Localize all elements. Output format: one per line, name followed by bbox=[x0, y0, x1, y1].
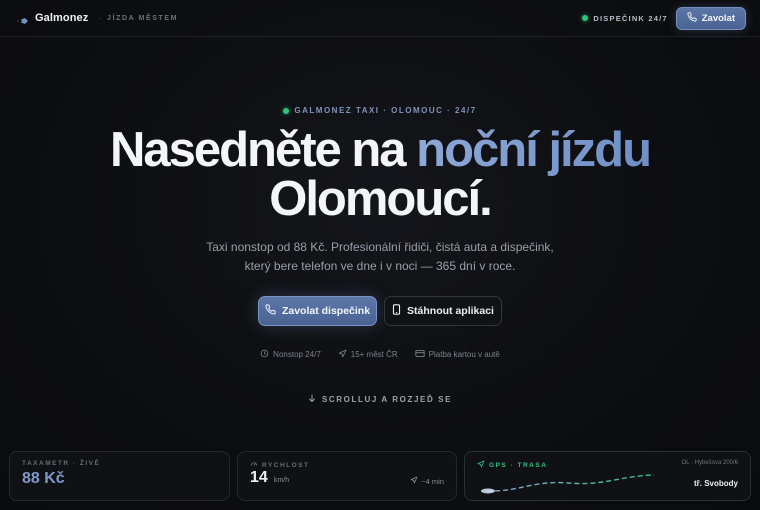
hero-cta-row: Zavolat dispečink Stáhnout aplikaci bbox=[0, 296, 760, 326]
phone-icon bbox=[265, 304, 276, 318]
scroll-hint-text: SCROLLUJ A ROZJEĎ SE bbox=[321, 395, 453, 404]
call-button-label: Zavolat bbox=[701, 12, 735, 24]
credit-card-icon bbox=[415, 349, 425, 360]
vehicle-position-marker bbox=[481, 488, 495, 494]
feature-label: Platba kartou v autě bbox=[428, 350, 500, 359]
navigation-arrow-icon bbox=[338, 349, 347, 360]
feature-label: 15+ měst ČR bbox=[350, 350, 398, 359]
hero-eyebrow: GALMONEZ TAXI · OLOMOUC · 24/7 bbox=[0, 106, 760, 115]
feature-label: Nonstop 24/7 bbox=[273, 350, 321, 359]
taximeter-value: 88 Kč bbox=[22, 470, 65, 487]
route-path-graphic bbox=[481, 474, 655, 494]
taximeter-label: TAXAMETR · ŽIVĚ bbox=[22, 460, 101, 467]
headline-accent: noční jízdu bbox=[416, 123, 652, 177]
gps-label-row: GPS · TRASA bbox=[477, 460, 547, 470]
brand-separator: · bbox=[98, 13, 102, 23]
feature-list: Nonstop 24/7 15+ měst ČR Platba kartou v… bbox=[0, 349, 760, 360]
eta-readout: ~4 min bbox=[410, 476, 444, 486]
gps-route-card: GPS · TRASA OL · Hybešova 200/6 tř. Svob… bbox=[464, 451, 751, 501]
download-app-button[interactable]: Stáhnout aplikaci bbox=[384, 296, 502, 326]
headline-line2: Olomoucí. bbox=[269, 172, 493, 226]
subtitle-line2: který bere telefon ve dne i v noci — 365… bbox=[244, 259, 516, 273]
dispatch-status-text: DISPEČINK 24/7 bbox=[593, 13, 668, 23]
header-actions: DISPEČINK 24/7 Zavolat bbox=[582, 6, 746, 30]
taxi-logo-icon bbox=[16, 13, 29, 24]
gps-label: GPS · TRASA bbox=[489, 461, 548, 469]
brand-name: Galmonez bbox=[35, 12, 89, 24]
call-button[interactable]: Zavolat bbox=[675, 6, 746, 30]
hero-subtitle: Taxi nonstop od 88 Kč. Profesionální řid… bbox=[0, 238, 760, 276]
speed-card: RYCHLOST 14 km/h ~4 min bbox=[237, 451, 457, 501]
arrow-down-icon bbox=[308, 394, 316, 405]
navigation-arrow-icon bbox=[477, 460, 485, 470]
subtitle-line1: Taxi nonstop od 88 Kč. Profesionální řid… bbox=[206, 240, 554, 254]
taximeter-card: TAXAMETR · ŽIVĚ 88 Kč bbox=[9, 451, 230, 501]
brand-tagline: JÍZDA MĚSTEM bbox=[107, 14, 179, 22]
navigation-arrow-icon bbox=[410, 476, 418, 486]
feature-card-payment: Platba kartou v autě bbox=[415, 349, 500, 360]
scroll-hint[interactable]: SCROLLUJ A ROZJEĎ SE bbox=[0, 394, 760, 405]
dispatch-status: DISPEČINK 24/7 bbox=[582, 14, 667, 23]
online-status-dot-icon bbox=[582, 15, 589, 21]
top-navigation-bar: Galmonez · JÍZDA MĚSTEM DISPEČINK 24/7 Z… bbox=[0, 0, 760, 37]
call-dispatch-button[interactable]: Zavolat dispečink bbox=[258, 296, 377, 326]
clock-icon bbox=[260, 349, 269, 360]
headline-part1: Nasedněte na bbox=[109, 123, 417, 177]
hero-eyebrow-text: GALMONEZ TAXI · OLOMOUC · 24/7 bbox=[294, 106, 477, 115]
live-dot-icon bbox=[283, 107, 290, 114]
gps-destination-street: tř. Svobody bbox=[693, 479, 738, 488]
speed-value: 14 bbox=[250, 469, 268, 486]
hero-headline: Nasedněte na noční jízdu Olomoucí. bbox=[0, 126, 760, 224]
smartphone-icon bbox=[392, 304, 401, 318]
speed-unit: km/h bbox=[274, 477, 290, 484]
phone-icon bbox=[687, 11, 697, 25]
gps-address: OL · Hybešova 200/6 bbox=[681, 460, 738, 466]
feature-cities: 15+ měst ČR bbox=[338, 349, 398, 360]
call-dispatch-label: Zavolat dispečink bbox=[281, 305, 371, 317]
brand[interactable]: Galmonez · JÍZDA MĚSTEM bbox=[16, 12, 178, 24]
download-app-label: Stáhnout aplikaci bbox=[407, 305, 494, 317]
speed-label: RYCHLOST bbox=[262, 461, 310, 469]
feature-nonstop: Nonstop 24/7 bbox=[260, 349, 321, 360]
eta-value: ~4 min bbox=[421, 476, 444, 486]
